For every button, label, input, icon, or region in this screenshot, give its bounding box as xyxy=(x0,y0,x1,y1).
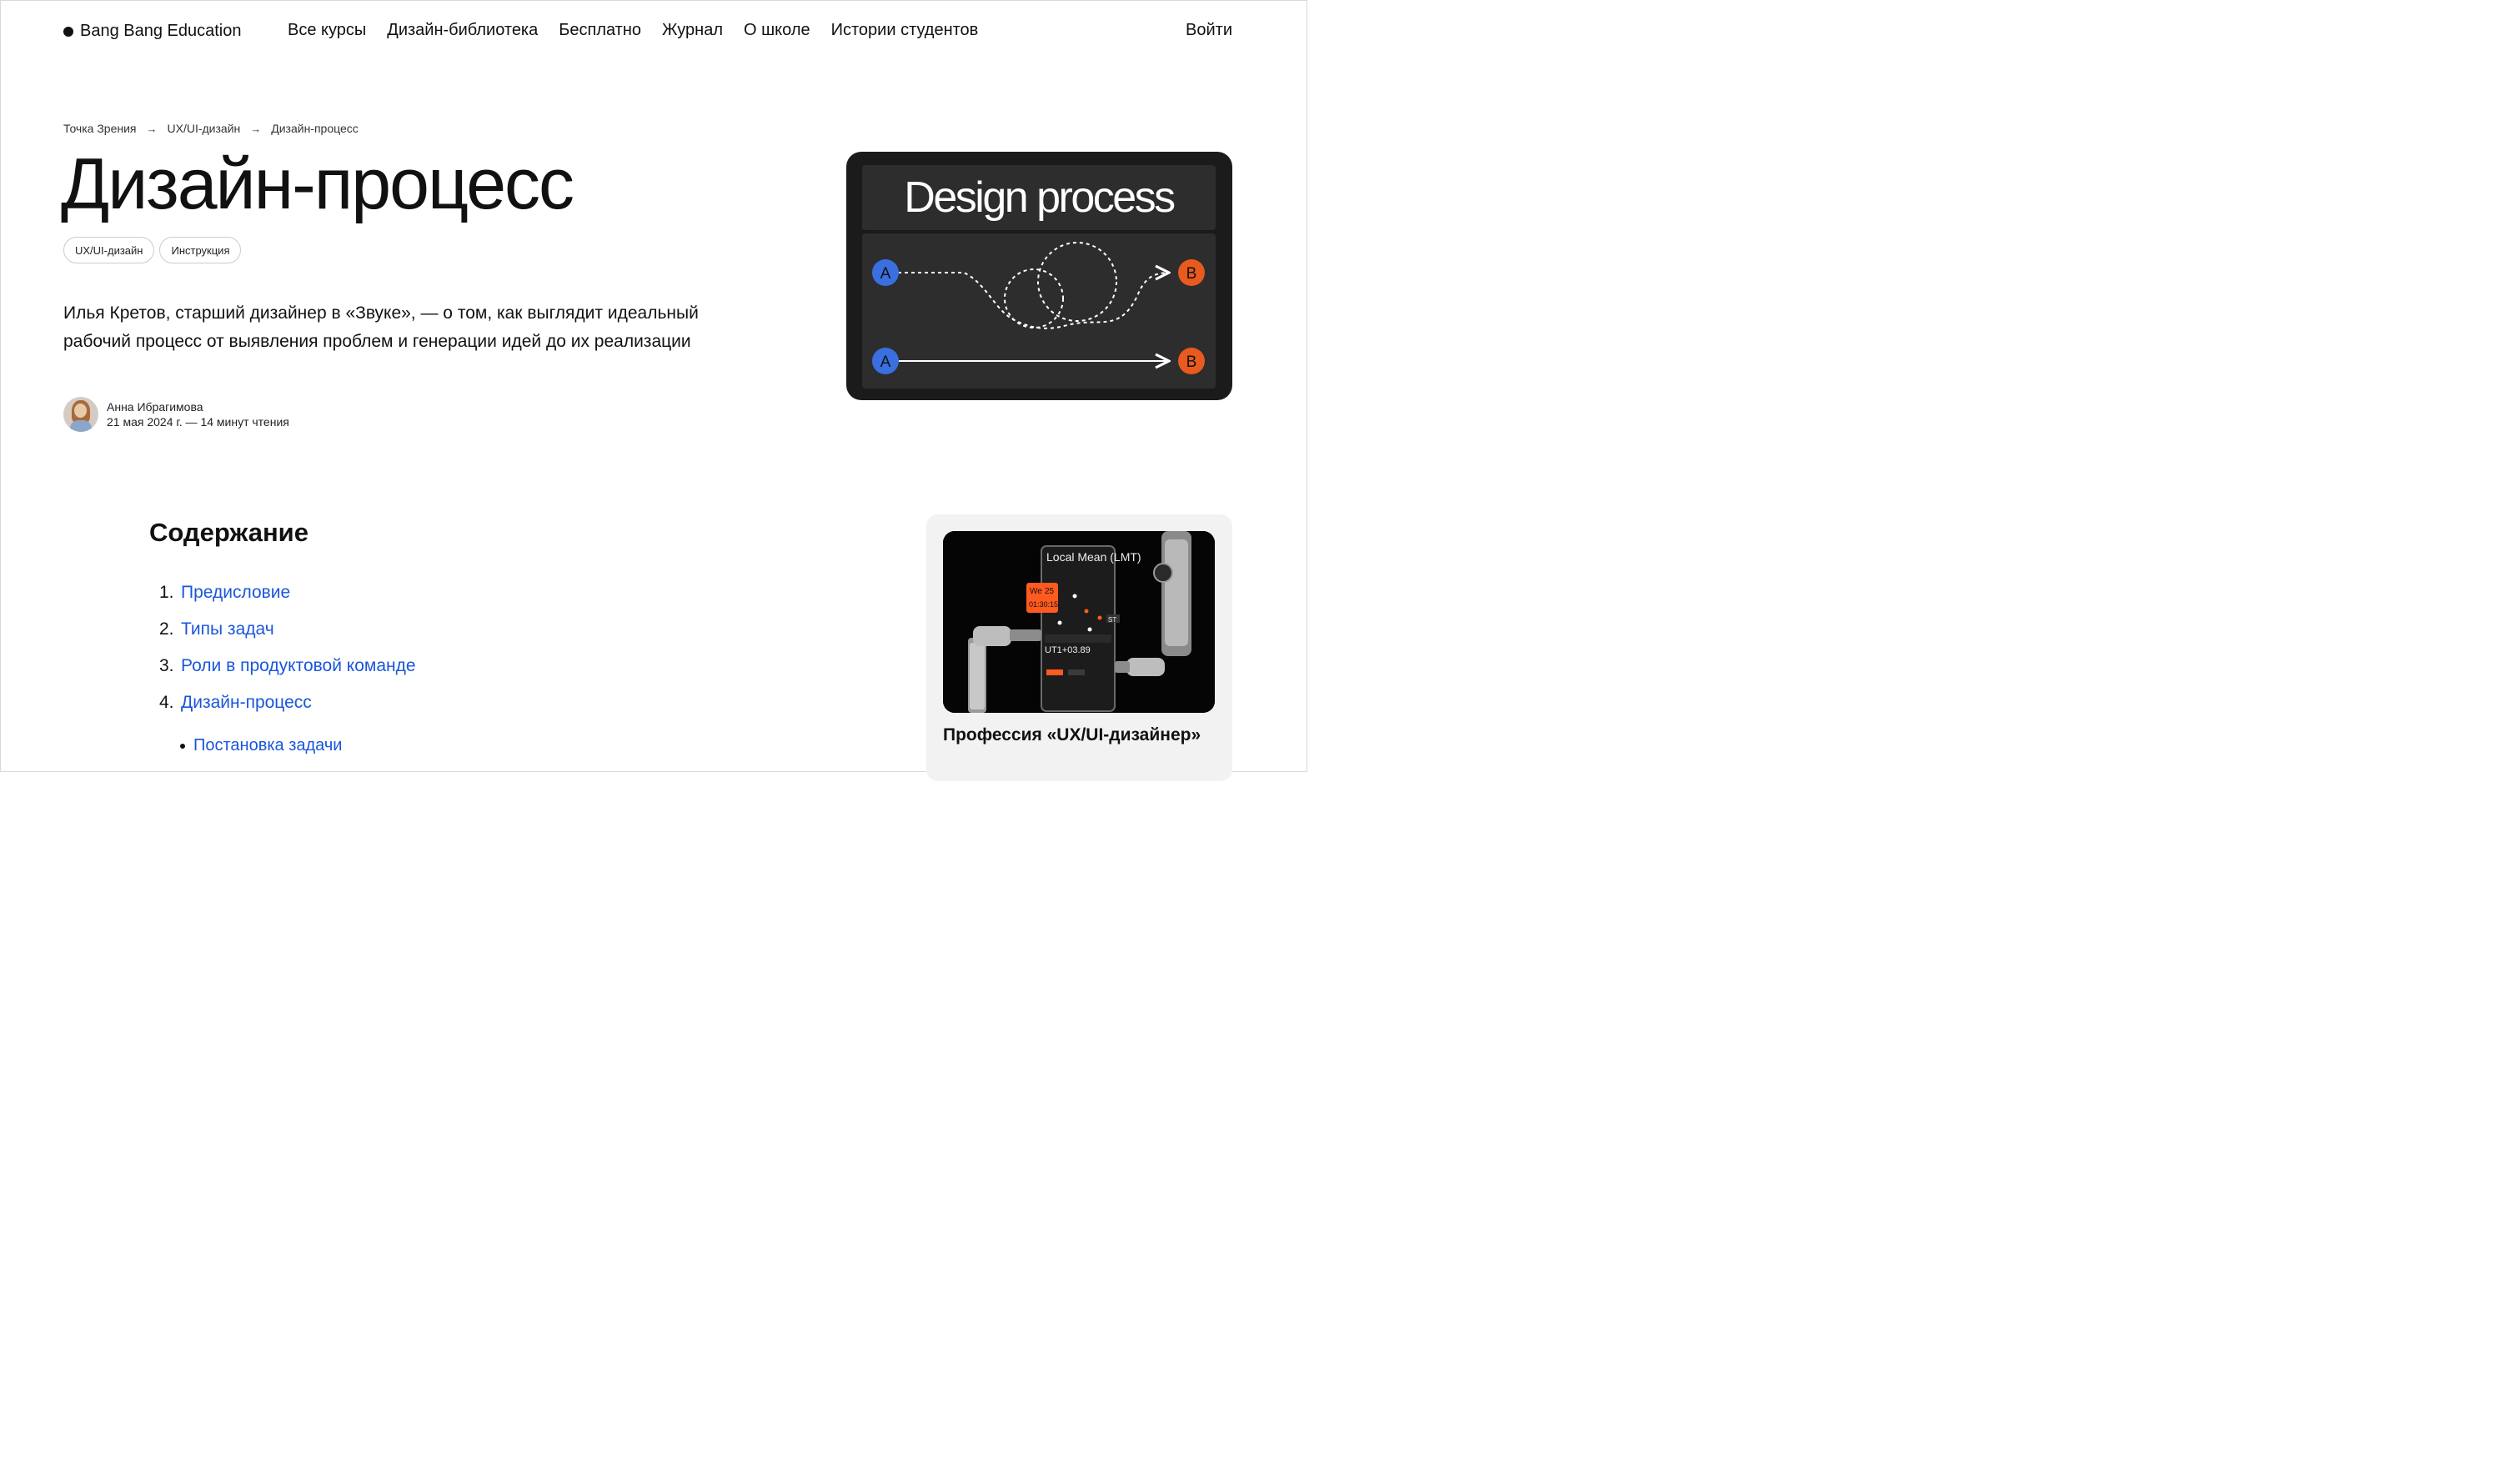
nav-free[interactable]: Бесплатно xyxy=(559,21,641,40)
logo-dot-icon xyxy=(63,26,73,37)
nav-journal[interactable]: Журнал xyxy=(662,21,723,40)
article-lead: Илья Кретов, старший дизайнер в «Звуке»,… xyxy=(63,303,699,351)
nav-student-stories[interactable]: Истории студентов xyxy=(831,21,979,40)
nav-design-library[interactable]: Дизайн-библиотека xyxy=(387,21,538,40)
logo[interactable]: Bang Bang Education xyxy=(63,22,242,41)
toc-link-preface[interactable]: Предисловие xyxy=(181,583,290,603)
toc-link-roles[interactable]: Роли в продуктовой команде xyxy=(181,656,416,676)
hero-title: Design process xyxy=(862,165,1216,230)
svg-text:A: A xyxy=(880,265,891,283)
table-of-contents: 1. Предисловие 2. Типы задач 3. Роли в прод… xyxy=(159,583,416,729)
author-block: Анна Ибрагимова 21 мая 2024 г. — 14 мину… xyxy=(63,397,289,432)
nav-all-courses[interactable]: Все курсы xyxy=(288,21,366,40)
promo-title: Профессия «UX/UI-дизайнер» xyxy=(943,725,1201,745)
nav-about[interactable]: О школе xyxy=(744,21,810,40)
avatar xyxy=(63,397,98,432)
point-a-icon: A xyxy=(872,259,899,286)
promo-screen-day: We xyxy=(1030,587,1042,596)
toc-link-design-process[interactable]: Дизайн-процесс xyxy=(181,693,312,713)
breadcrumb-item[interactable]: Точка Зрения xyxy=(63,122,137,135)
tag-list: UX/UI-дизайн Инструкция xyxy=(63,237,242,263)
main-nav: Все курсы Дизайн-библиотека Бесплатно Жу… xyxy=(288,21,978,40)
toc-link-task-types[interactable]: Типы задач xyxy=(181,619,274,639)
logo-text: Bang Bang Education xyxy=(80,22,242,40)
point-b-icon: B xyxy=(1178,259,1205,286)
promo-screen-heading: Local Mean (LMT) xyxy=(1046,550,1141,564)
svg-text:B: B xyxy=(1186,353,1197,371)
arrow-right-icon: → xyxy=(146,122,158,135)
point-b-icon: B xyxy=(1178,348,1205,374)
svg-text:B: B xyxy=(1186,265,1197,283)
breadcrumb: Точка Зрения → UX/UI-дизайн → Дизайн-про… xyxy=(63,122,359,135)
breadcrumb-current: Дизайн-процесс xyxy=(271,122,359,135)
contents-heading: Содержание xyxy=(149,518,308,547)
point-a-icon: A xyxy=(872,348,899,374)
promo-screen-date: 25 xyxy=(1045,587,1055,596)
page-title: Дизайн-процесс xyxy=(61,144,574,224)
promo-screen-tag: ST xyxy=(1108,616,1116,624)
tag-ux-ui[interactable]: UX/UI-дизайн xyxy=(63,237,155,263)
tag-instruction[interactable]: Инструкция xyxy=(159,237,242,263)
process-diagram: A B A B xyxy=(862,233,1216,389)
toc-item: 2. Типы задач xyxy=(159,619,274,639)
site-header: Bang Bang Education Все курсы Дизайн-биб… xyxy=(1,1,1308,63)
toc-item: 1. Предисловие xyxy=(159,583,291,603)
svg-text:A: A xyxy=(880,353,891,371)
toc-item: 3. Роли в продуктовой команде xyxy=(159,656,416,676)
breadcrumb-item[interactable]: UX/UI-дизайн xyxy=(168,122,241,135)
arrow-right-icon: → xyxy=(250,122,262,135)
hero-illustration: Design process A B A B xyxy=(846,152,1232,400)
promo-screen-offset: UT1+03.89 xyxy=(1045,645,1091,655)
toc-link-task-setting[interactable]: Постановка задачи xyxy=(193,736,342,755)
toc-item: 4. Дизайн-процесс xyxy=(159,693,312,713)
article-meta: 21 мая 2024 г. — 14 минут чтения xyxy=(107,415,289,429)
bullet-icon xyxy=(180,743,185,749)
author-name: Анна Ибрагимова xyxy=(107,400,203,414)
login-link[interactable]: Войти xyxy=(1186,21,1232,40)
promo-card[interactable]: Local Mean (LMT) We 25 01:30:15 ST UT1+0… xyxy=(926,514,1232,781)
promo-image: Local Mean (LMT) We 25 01:30:15 ST UT1+0… xyxy=(943,531,1215,713)
promo-screen-timer: 01:30:15 xyxy=(1029,600,1058,609)
toc-subitem: Постановка задачи xyxy=(180,736,342,755)
